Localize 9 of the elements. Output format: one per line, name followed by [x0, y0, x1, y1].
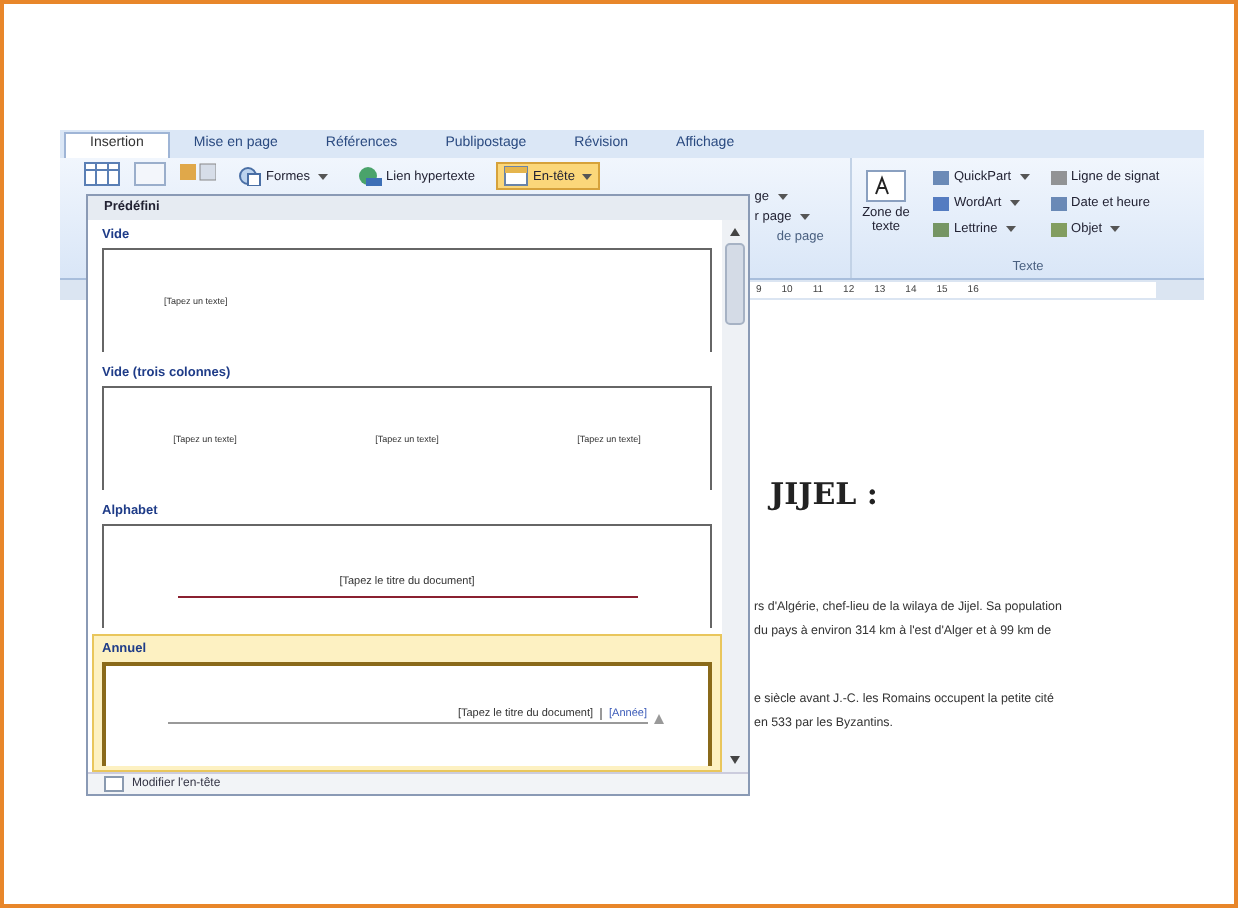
text-box-icon — [866, 170, 906, 202]
shapes-icon — [238, 166, 262, 186]
document-heading: JIJEL : — [770, 476, 880, 512]
picture-icon — [180, 162, 216, 182]
table-icon — [84, 162, 120, 186]
globe-icon — [358, 166, 383, 186]
marker-icon — [654, 714, 664, 724]
page-icon — [134, 162, 166, 186]
header-icon — [504, 166, 529, 186]
